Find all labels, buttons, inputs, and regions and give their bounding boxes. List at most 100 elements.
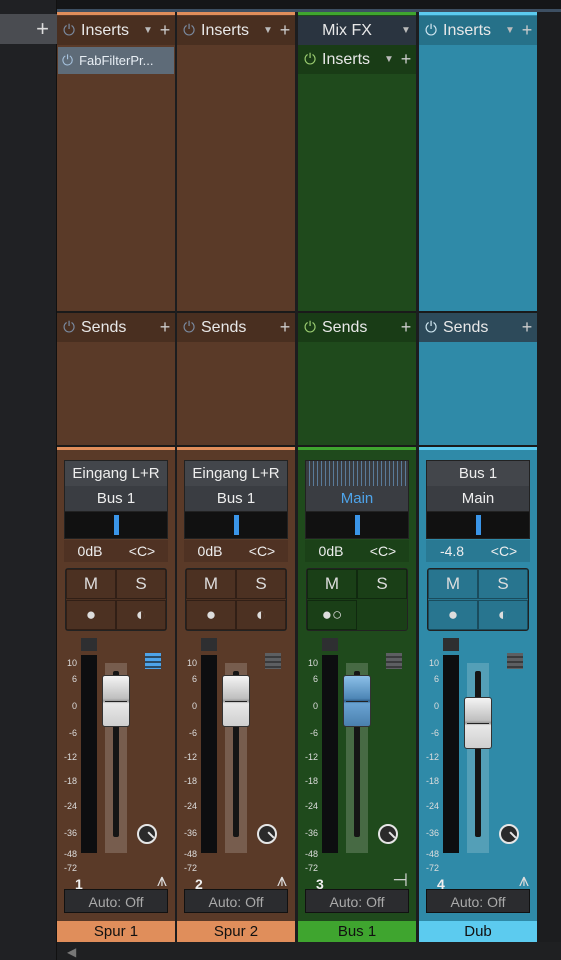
sends-header[interactable]: ⏻ Sends + xyxy=(57,313,175,342)
power-icon[interactable]: ⏻ xyxy=(298,319,322,336)
volume-fader[interactable] xyxy=(102,675,130,727)
scroll-left-icon[interactable]: ◀ xyxy=(67,945,76,959)
channel-name[interactable]: Spur 2 xyxy=(177,921,295,942)
input-select[interactable]: Eingang L+R xyxy=(185,461,287,486)
io-box[interactable]: Eingang L+R Bus 1 xyxy=(64,460,168,539)
solo-button[interactable]: S xyxy=(478,569,528,599)
clip-indicator xyxy=(81,638,97,651)
power-icon[interactable]: ⏻ xyxy=(177,22,201,39)
automation-select[interactable]: Auto: Off xyxy=(426,889,530,913)
automation-select[interactable]: Auto: Off xyxy=(305,889,409,913)
eq-icon[interactable] xyxy=(386,653,402,669)
chevron-down-icon[interactable]: ▼ xyxy=(261,25,275,36)
output-select[interactable]: Main xyxy=(306,486,408,511)
mute-button[interactable]: M xyxy=(307,569,357,599)
pan-slider[interactable] xyxy=(185,511,287,538)
mute-button[interactable]: M xyxy=(186,569,236,599)
inserts-header[interactable]: ⏻ Inserts ▼ + xyxy=(177,16,295,45)
volume-fader[interactable] xyxy=(343,675,371,727)
pan-slider[interactable] xyxy=(65,511,167,538)
automation-select[interactable]: Auto: Off xyxy=(64,889,168,913)
pan-knob[interactable] xyxy=(499,824,519,844)
add-insert-button[interactable]: + xyxy=(396,49,416,70)
waveform-icon[interactable]: ⩚ xyxy=(277,870,287,891)
volume-value[interactable]: 0dB xyxy=(184,540,236,562)
input-indicator[interactable] xyxy=(306,461,408,486)
channel-name[interactable]: Bus 1 xyxy=(298,921,416,942)
add-send-button[interactable]: + xyxy=(275,317,295,338)
io-box[interactable]: Main xyxy=(305,460,409,539)
eq-icon[interactable] xyxy=(145,653,161,669)
channel-name[interactable]: Dub xyxy=(419,921,537,942)
insert-plugin-slot[interactable]: ⏻ FabFilterPr... xyxy=(58,47,174,74)
sends-header[interactable]: ⏻ Sends + xyxy=(177,313,295,342)
sends-header[interactable]: ⏻ Sends + xyxy=(298,313,416,342)
pan-slider[interactable] xyxy=(306,511,408,538)
eq-icon[interactable] xyxy=(507,653,523,669)
sends-header[interactable]: ⏻ Sends + xyxy=(419,313,537,342)
record-arm-button[interactable]: ● xyxy=(66,600,116,630)
input-select[interactable]: Bus 1 xyxy=(427,461,529,486)
pan-knob[interactable] xyxy=(378,824,398,844)
input-select[interactable]: Eingang L+R xyxy=(65,461,167,486)
output-select[interactable]: Bus 1 xyxy=(65,486,167,511)
power-icon[interactable]: ⏻ xyxy=(177,319,201,336)
waveform-icon[interactable]: ⩚ xyxy=(157,870,167,891)
record-arm-button[interactable]: ● xyxy=(186,600,236,630)
solo-button[interactable]: S xyxy=(357,569,407,599)
power-icon[interactable]: ⏻ xyxy=(419,319,443,336)
bottom-scrollbar[interactable]: ◀ xyxy=(57,942,561,960)
power-icon[interactable]: ⏻ xyxy=(298,51,322,68)
pan-knob[interactable] xyxy=(257,824,277,844)
chevron-down-icon[interactable]: ▼ xyxy=(382,54,396,65)
add-send-button[interactable]: + xyxy=(155,317,175,338)
volume-fader[interactable] xyxy=(464,696,492,749)
add-insert-button[interactable]: + xyxy=(517,20,537,41)
output-select[interactable]: Main xyxy=(427,486,529,511)
output-select[interactable]: Bus 1 xyxy=(185,486,287,511)
power-icon[interactable]: ⏻ xyxy=(419,22,443,39)
chevron-down-icon[interactable]: ▼ xyxy=(141,25,155,36)
volume-value[interactable]: 0dB xyxy=(64,540,116,562)
solo-button[interactable]: S xyxy=(116,569,166,599)
monitor-button[interactable]: ◐ xyxy=(116,600,166,630)
pan-slider[interactable] xyxy=(427,511,529,538)
add-send-button[interactable]: + xyxy=(396,317,416,338)
chevron-down-icon[interactable]: ▼ xyxy=(396,25,416,36)
pan-value[interactable]: <C> xyxy=(236,540,288,562)
power-icon[interactable]: ⏻ xyxy=(62,52,73,69)
volume-value[interactable]: 0dB xyxy=(305,540,357,562)
inserts-header[interactable]: ⏻ Inserts ▼ + xyxy=(57,16,175,45)
pan-value[interactable]: <C> xyxy=(116,540,168,562)
volume-fader[interactable] xyxy=(222,675,250,727)
chevron-down-icon[interactable]: ▼ xyxy=(503,25,517,36)
record-arm-button[interactable]: ● xyxy=(428,600,478,630)
pan-value[interactable]: <C> xyxy=(478,540,530,562)
channel-name[interactable]: Spur 1 xyxy=(57,921,175,942)
inserts-header[interactable]: ⏻ Inserts ▼ + xyxy=(419,16,537,45)
add-send-button[interactable]: + xyxy=(517,317,537,338)
mute-button[interactable]: M xyxy=(66,569,116,599)
pan-knob[interactable] xyxy=(137,824,157,844)
mute-button[interactable]: M xyxy=(428,569,478,599)
pan-value[interactable]: <C> xyxy=(357,540,409,562)
fader-track[interactable] xyxy=(467,663,489,853)
fx-chain-header[interactable]: Mix FX ▼ xyxy=(298,16,416,45)
power-icon[interactable]: ⏻ xyxy=(57,22,81,39)
volume-value[interactable]: -4.8 xyxy=(426,540,478,562)
power-icon[interactable]: ⏻ xyxy=(57,319,81,336)
inserts-header[interactable]: ⏻ Inserts ▼ + xyxy=(298,45,416,74)
monitor-button[interactable]: ◐ xyxy=(478,600,528,630)
add-insert-button[interactable]: + xyxy=(155,20,175,41)
automation-select[interactable]: Auto: Off xyxy=(184,889,288,913)
add-track-button[interactable]: + xyxy=(0,14,57,44)
link-icon[interactable]: ●○ xyxy=(307,600,357,630)
waveform-icon[interactable]: ⩚ xyxy=(519,870,529,891)
eq-icon[interactable] xyxy=(265,653,281,669)
io-box[interactable]: Eingang L+R Bus 1 xyxy=(184,460,288,539)
io-box[interactable]: Bus 1 Main xyxy=(426,460,530,539)
solo-button[interactable]: S xyxy=(236,569,286,599)
bus-icon[interactable]: ⊣ xyxy=(392,870,408,891)
add-insert-button[interactable]: + xyxy=(275,20,295,41)
monitor-button[interactable]: ◐ xyxy=(236,600,286,630)
